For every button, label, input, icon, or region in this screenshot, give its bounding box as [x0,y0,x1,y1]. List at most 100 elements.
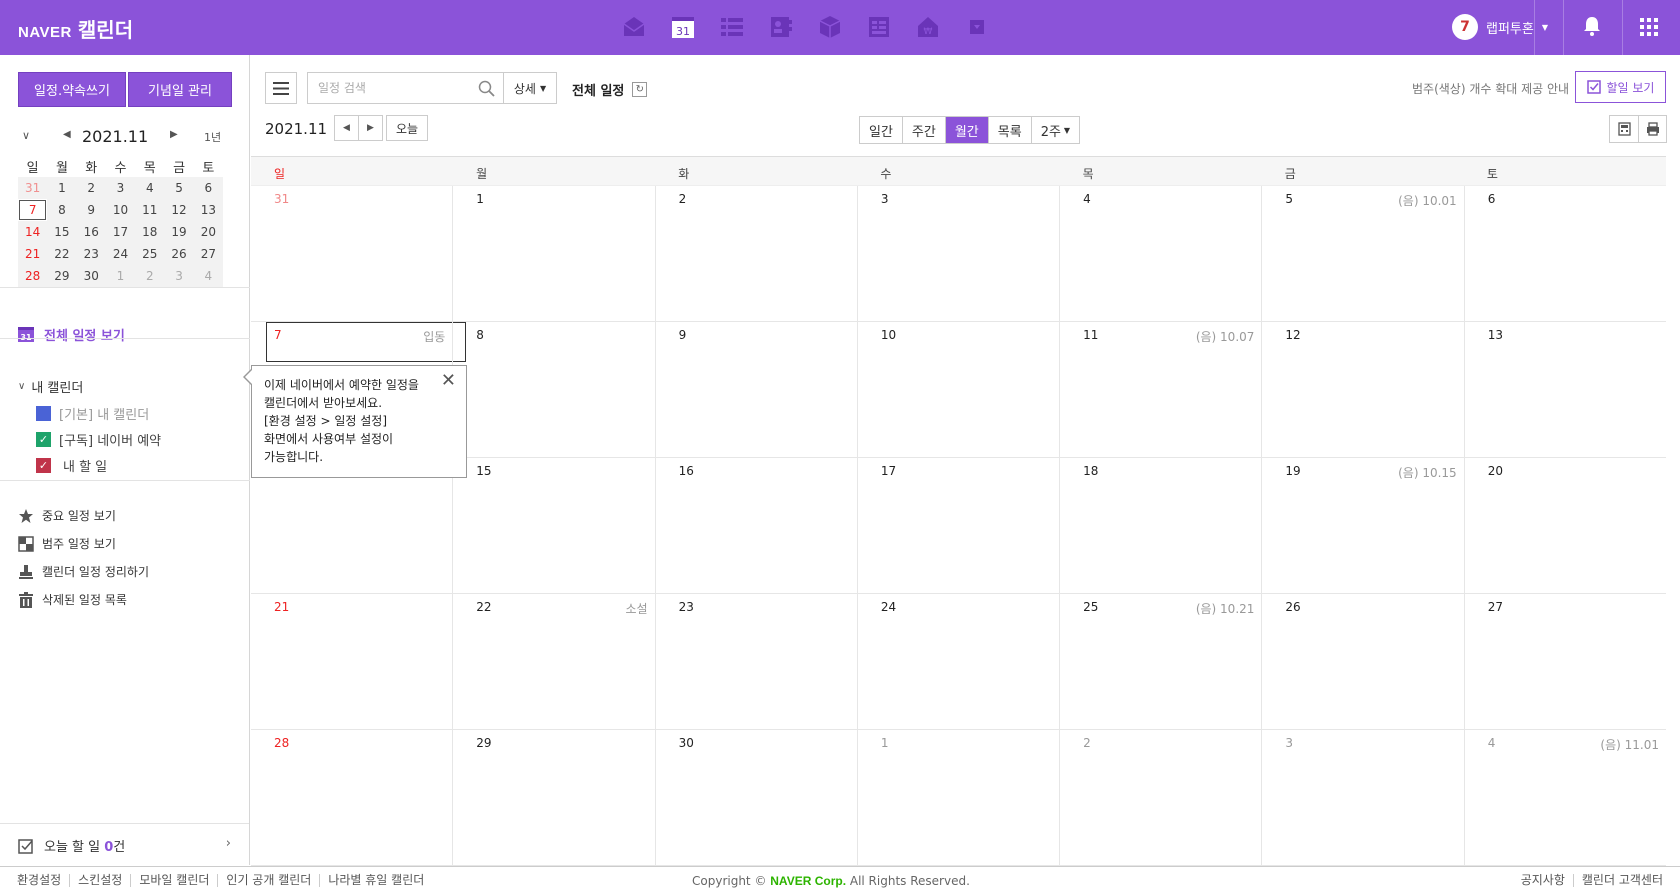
mini-day[interactable]: 9 [76,199,106,221]
mini-day[interactable]: 19 [164,221,194,243]
mini-day[interactable]: 29 [47,265,77,287]
footer-link-mobile[interactable]: 모바일 캘린더 [130,874,217,887]
mini-day[interactable]: 20 [193,221,223,243]
day-cell[interactable]: 23 [654,594,857,729]
close-icon[interactable]: ✕ [441,372,456,390]
bell-icon[interactable] [1583,16,1601,39]
day-cell[interactable]: 30 [654,730,857,865]
day-cell[interactable]: 15 [452,458,654,593]
mini-day[interactable]: 24 [105,243,136,265]
day-cell[interactable]: 9 [654,322,857,457]
calendar-item-default[interactable]: [기본] 내 캘린더 [36,404,149,423]
write-schedule-button[interactable]: 일정.약속쓰기 [18,72,126,107]
deleted-schedule-link[interactable]: 삭제된 일정 목록 [18,591,127,608]
checkbox[interactable] [36,406,51,421]
day-cell[interactable]: 18 [1059,458,1261,593]
mini-day[interactable]: 12 [164,199,194,221]
mini-day[interactable]: 11 [135,199,165,221]
mini-day[interactable]: 1 [105,265,136,287]
anniversary-button[interactable]: 기념일 관리 [128,72,232,107]
mini-day[interactable]: 23 [76,243,106,265]
mini-day[interactable]: 3 [164,265,194,287]
next-month-button[interactable]: ▶ [358,115,383,141]
calendar-item-naver-booking[interactable]: ✓ [구독] 네이버 예약 [36,430,161,449]
view-list[interactable]: 목록 [989,117,1032,143]
mini-day[interactable]: 13 [193,199,223,221]
day-cell[interactable]: 8 [452,322,654,457]
app-logo[interactable]: NAVER 캘린더 [18,14,133,43]
todo-view-button[interactable]: 할일 보기 [1575,71,1666,103]
mini-next-icon[interactable]: ▶ [170,129,178,140]
day-cell[interactable]: 20 [1463,458,1666,593]
day-cell[interactable]: 3 [1261,730,1463,865]
footer-link-support[interactable]: 캘린더 고객센터 [1572,874,1663,887]
all-calendar-link[interactable]: 31 전체 일정 보기 [18,325,125,344]
view-week[interactable]: 주간 [903,117,946,143]
day-cell[interactable]: 6 [1463,186,1666,321]
memo-icon[interactable] [863,12,895,42]
mini-day[interactable]: 16 [76,221,106,243]
mini-day[interactable]: 2 [76,177,106,199]
day-cell[interactable]: 21 [251,594,452,729]
print-icon[interactable] [1638,116,1666,142]
more-icon[interactable] [961,12,993,42]
important-schedule-link[interactable]: 중요 일정 보기 [18,507,116,524]
today-button[interactable]: 오늘 [386,115,428,141]
mini-day[interactable]: 15 [47,221,77,243]
category-schedule-link[interactable]: 범주 일정 보기 [18,535,116,552]
calendar-item-todo[interactable]: ✓ 내 할 일 [36,456,107,475]
category-notice-link[interactable]: 범주(색상) 개수 확대 제공 안내 [1412,80,1569,97]
calendar-icon[interactable]: 31 [667,12,699,42]
day-cell[interactable]: 11 (음) 10.07 [1059,322,1261,457]
mini-day[interactable]: 14 [18,221,48,243]
footer-link-notice[interactable]: 공지사항 [1513,874,1573,887]
day-cell[interactable]: 31 [251,186,452,321]
mini-day[interactable]: 18 [135,221,165,243]
footer-link-skin[interactable]: 스킨설정 [69,874,130,887]
chevron-down-icon[interactable]: ∨ [22,129,30,142]
day-cell[interactable]: 27 [1463,594,1666,729]
mini-day[interactable]: 1 [47,177,77,199]
home-icon[interactable]: ₩ [912,12,944,42]
day-cell[interactable]: 1 [856,730,1059,865]
mini-day[interactable]: 5 [164,177,194,199]
footer-link-settings[interactable]: 환경설정 [17,874,69,887]
day-cell[interactable]: 25 (음) 10.21 [1059,594,1261,729]
mini-day[interactable]: 25 [135,243,165,265]
mini-day[interactable]: 31 [18,177,48,199]
mini-day[interactable]: 10 [105,199,136,221]
search-input[interactable] [318,81,478,95]
day-cell[interactable]: 4 [1059,186,1261,321]
day-cell[interactable]: 17 [856,458,1059,593]
day-cell[interactable]: 12 [1261,322,1463,457]
mini-day[interactable]: 8 [47,199,77,221]
mini-day[interactable]: 3 [105,177,136,199]
day-cell[interactable]: 26 [1261,594,1463,729]
mini-day[interactable]: 2 [135,265,165,287]
day-cell[interactable]: 29 [452,730,654,865]
calculator-icon[interactable] [1610,116,1638,142]
day-cell[interactable]: 2 [654,186,857,321]
day-cell[interactable]: 16 [654,458,857,593]
mini-day[interactable]: 26 [164,243,194,265]
mini-day[interactable]: 4 [193,265,223,287]
mini-day[interactable]: 30 [76,265,106,287]
day-cell[interactable]: 2 [1059,730,1261,865]
mini-day[interactable]: 22 [47,243,77,265]
mini-day[interactable]: 6 [193,177,223,199]
view-day[interactable]: 일간 [860,117,903,143]
day-cell[interactable]: 3 [856,186,1059,321]
search-icon[interactable] [478,80,495,97]
checkbox[interactable]: ✓ [36,432,51,447]
day-cell[interactable]: 5 (음) 10.01 [1261,186,1463,321]
list-icon[interactable] [716,12,748,42]
mini-prev-icon[interactable]: ◀ [63,129,71,140]
day-cell[interactable]: 10 [856,322,1059,457]
mail-icon[interactable] [618,12,650,42]
today-todo-bar[interactable]: 오늘 할 일 0건 › [0,823,249,865]
mini-day[interactable]: 21 [18,243,48,265]
mini-day[interactable]: 4 [135,177,165,199]
day-cell[interactable]: 1 [452,186,654,321]
mini-day[interactable]: 17 [105,221,136,243]
day-cell[interactable]: 22 소설 [452,594,654,729]
